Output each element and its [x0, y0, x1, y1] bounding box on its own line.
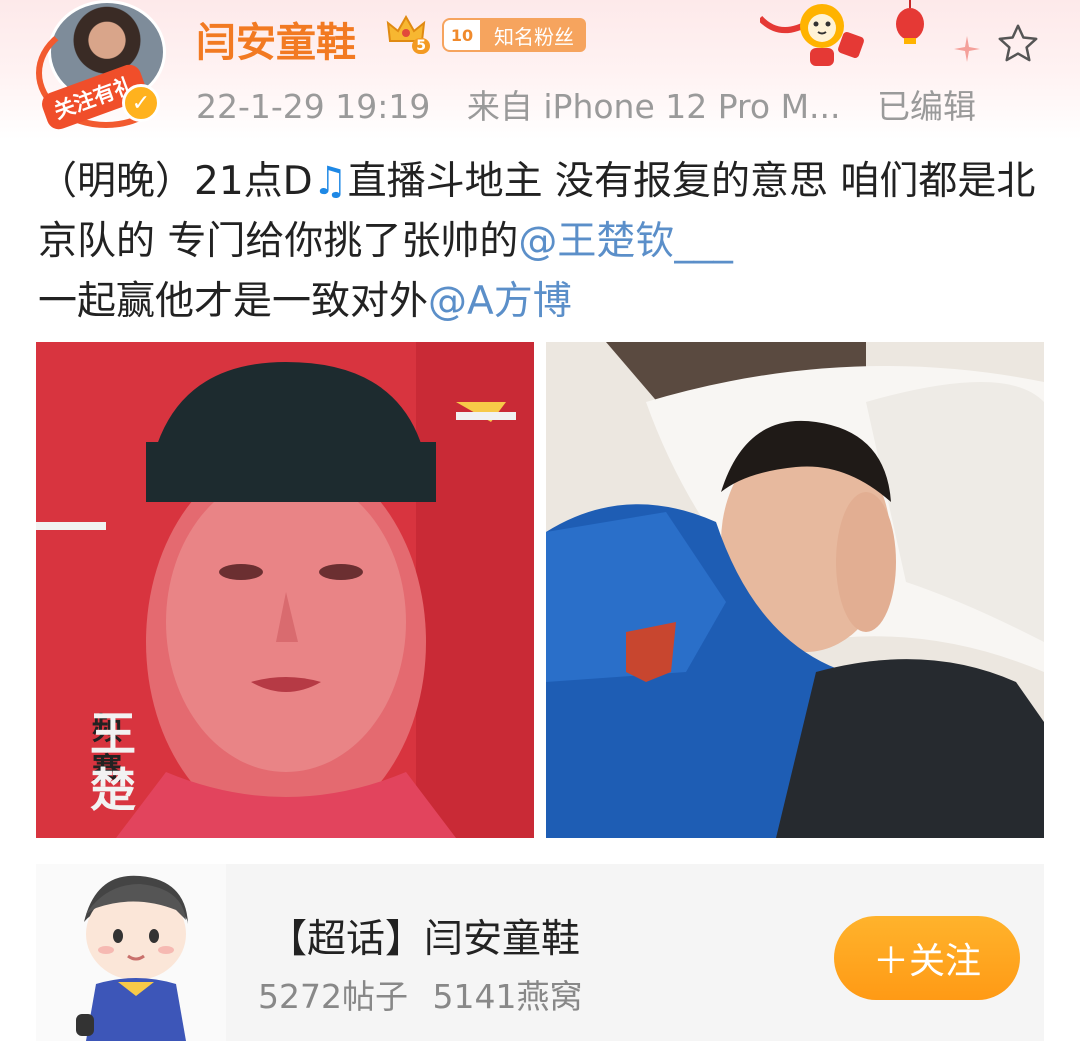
post-text-part3: 一起赢他才是一致对外 [38, 279, 429, 324]
member-level: 5 [412, 38, 430, 54]
music-note-icon[interactable]: ♫ [313, 159, 348, 204]
post-image-2[interactable] [546, 342, 1044, 838]
mention-link[interactable]: @A方博 [428, 279, 572, 324]
weibo-post-page: 关注有礼 ✓ 闫安童鞋 5 10 知名粉丝 22-1-29 19:19 来自 i… [0, 0, 1080, 1041]
image-caption-bottom: 王 楚 [90, 707, 136, 817]
post-timestamp: 22-1-29 19:19 [196, 87, 431, 126]
edited-label[interactable]: 已编辑 [877, 87, 976, 126]
username[interactable]: 闫安童鞋 [196, 10, 356, 68]
tiger-decoration-icon [760, 4, 864, 66]
fan-level: 10 [442, 18, 482, 52]
post-body: （明晚）21点D♫直播斗地主 没有报复的意思 咱们都是北京队的 专门给你挑了张帅… [38, 152, 1048, 332]
topic-stats: 5272帖子 5141燕窝 [258, 970, 596, 1018]
post-source: 来自 iPhone 12 Pro M... [466, 87, 841, 126]
fan-label: 知名粉丝 [482, 18, 586, 52]
mention-link[interactable]: @王楚钦___ [518, 219, 733, 264]
post-text-part1: （明晚）21点D [38, 159, 313, 204]
super-topic-card[interactable]: 【超话】闫安童鞋 5272帖子 5141燕窝 ＋关注 [36, 864, 1044, 1041]
post-meta: 22-1-29 19:19 来自 iPhone 12 Pro M... 已编辑 [196, 80, 1002, 128]
topic-member-count: 5141燕窝 [432, 977, 583, 1016]
member-crown-icon[interactable]: 5 [384, 12, 430, 54]
fan-badge[interactable]: 10 知名粉丝 [442, 18, 586, 52]
favorite-star-icon[interactable] [990, 16, 1046, 72]
follow-button[interactable]: ＋关注 [834, 916, 1020, 1000]
lantern-icon [896, 0, 924, 44]
topic-post-count: 5272帖子 [258, 977, 408, 1016]
verified-icon: ✓ [122, 84, 160, 122]
topic-title[interactable]: 【超话】闫安童鞋 [268, 908, 580, 964]
post-header: 关注有礼 ✓ 闫安童鞋 5 10 知名粉丝 22-1-29 19:19 来自 i… [0, 0, 1080, 140]
sparkle-icon [954, 36, 980, 62]
sleeping-photo-illustration [546, 342, 1044, 838]
topic-avatar [36, 864, 226, 1041]
